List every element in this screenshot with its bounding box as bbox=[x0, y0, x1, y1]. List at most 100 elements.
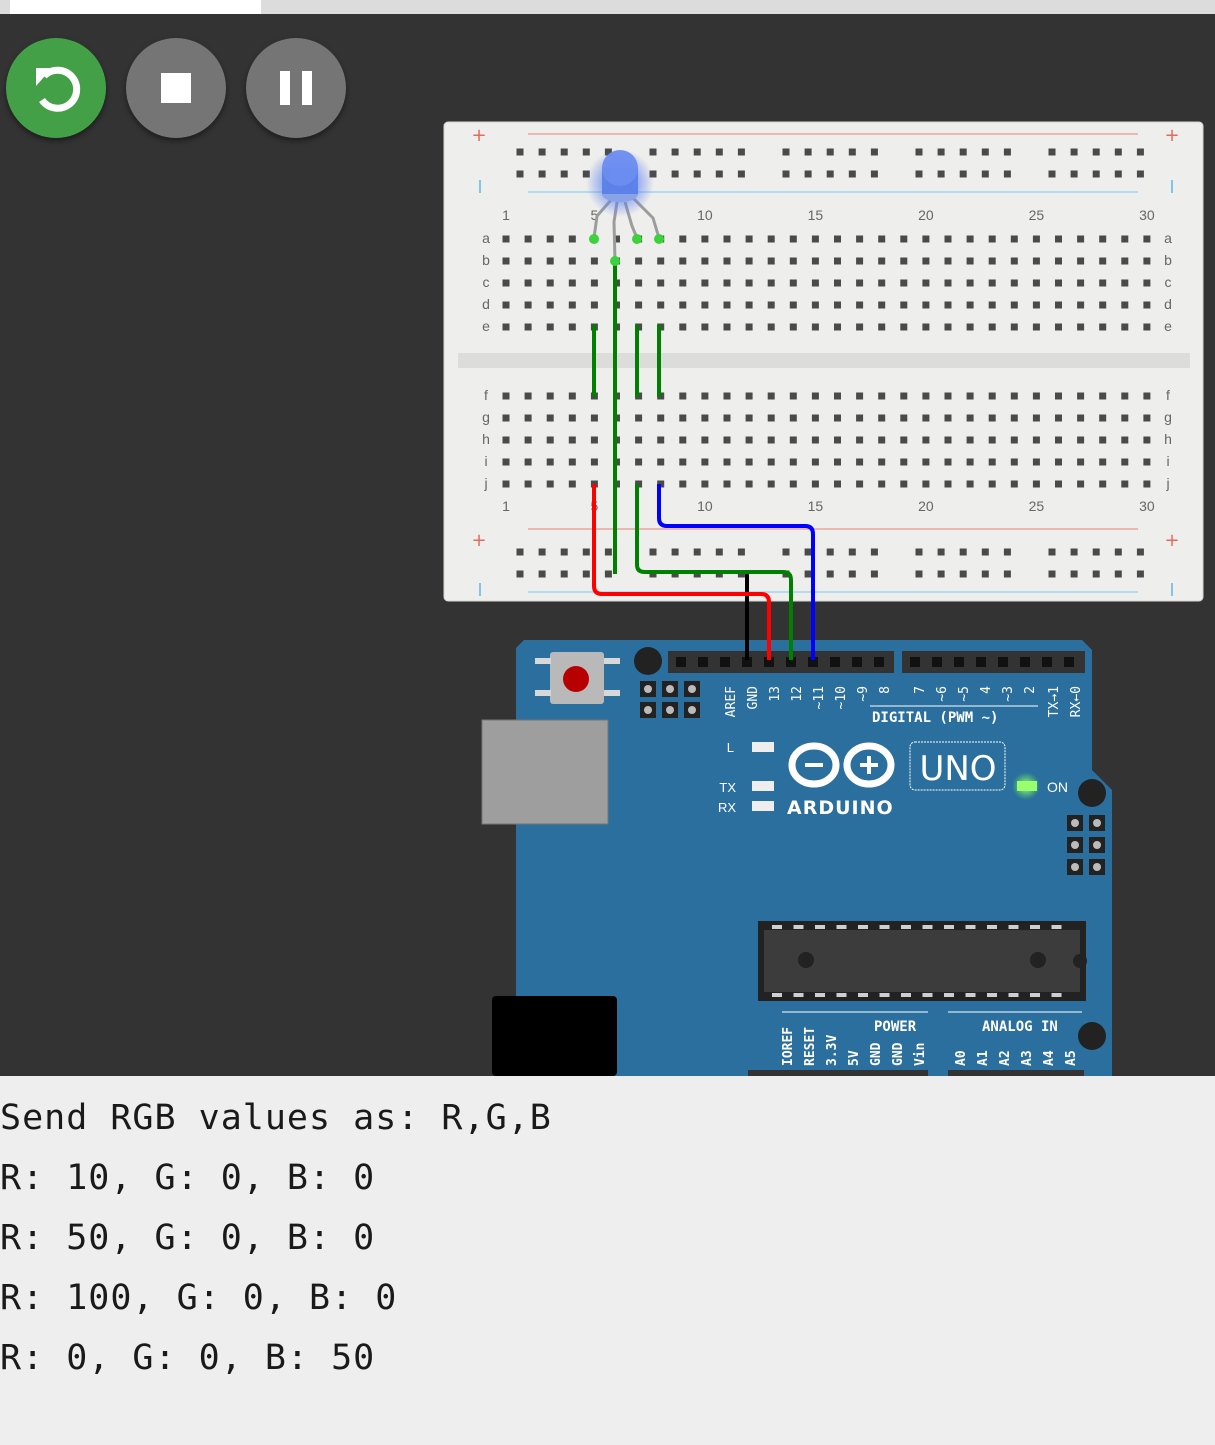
breadboard-hole bbox=[701, 257, 709, 265]
breadboard-hole bbox=[1099, 436, 1107, 444]
breadboard-hole bbox=[524, 436, 532, 444]
breadboard-hole bbox=[723, 301, 731, 309]
breadboard-hole bbox=[988, 257, 996, 265]
breadboard-hole bbox=[811, 458, 819, 466]
rail-hole bbox=[804, 148, 812, 156]
active-tab[interactable] bbox=[10, 0, 261, 14]
breadboard-hole bbox=[878, 436, 886, 444]
arduino-uno-board[interactable]: AREF GND 13 12 ~11 ~10 ~9 8 7 ~6 ~5 4 ~3 2 TX→1 RX←0 DI… bbox=[481, 640, 1112, 1076]
breadboard-hole bbox=[524, 414, 532, 422]
breadboard-hole bbox=[922, 392, 930, 400]
breadboard-hole bbox=[1055, 414, 1062, 422]
header-pin[interactable] bbox=[698, 657, 708, 667]
header-pin[interactable] bbox=[830, 657, 840, 667]
restart-simulation-button[interactable] bbox=[6, 38, 106, 138]
breadboard-hole bbox=[502, 257, 510, 265]
breadboard-hole bbox=[789, 279, 797, 287]
row-letter: g bbox=[482, 409, 490, 425]
breadboard-hole bbox=[524, 301, 532, 309]
breadboard-hole bbox=[900, 235, 908, 243]
rail-hole bbox=[649, 148, 657, 156]
breadboard-hole bbox=[966, 301, 974, 309]
header-pin[interactable] bbox=[976, 657, 986, 667]
serial-line: R: 0, G: 0, B: 50 bbox=[0, 1338, 376, 1378]
header-pin[interactable] bbox=[874, 657, 884, 667]
header-pin[interactable] bbox=[676, 657, 686, 667]
rail-hole bbox=[1003, 570, 1011, 578]
column-number: 20 bbox=[918, 498, 934, 514]
rail-hole bbox=[804, 570, 812, 578]
reset-button[interactable] bbox=[563, 666, 589, 692]
header-pin[interactable] bbox=[1042, 657, 1052, 667]
breadboard-hole bbox=[590, 458, 598, 466]
tx-label: TX bbox=[719, 780, 736, 795]
rail-hole bbox=[937, 148, 945, 156]
breadboard: 115510101515202025253030a ab bc cd de ef fg gh h… bbox=[443, 121, 1204, 602]
rail-hole bbox=[1114, 170, 1122, 178]
rail-hole bbox=[826, 170, 834, 178]
breadboard-hole bbox=[767, 480, 775, 488]
rail-hole bbox=[1136, 548, 1144, 556]
digital-label: DIGITAL (PWM ~) bbox=[872, 710, 998, 726]
breadboard-hole bbox=[1099, 392, 1107, 400]
breadboard-hole bbox=[900, 279, 908, 287]
header-pin[interactable] bbox=[852, 657, 862, 667]
rail-hole bbox=[715, 170, 723, 178]
uno-label: UNO bbox=[919, 749, 996, 789]
header-pin[interactable] bbox=[720, 657, 730, 667]
breadboard-hole bbox=[1143, 414, 1151, 422]
breadboard-hole bbox=[767, 301, 775, 309]
breadboard-hole bbox=[1077, 436, 1085, 444]
stop-simulation-button[interactable] bbox=[126, 38, 226, 138]
breadboard-hole bbox=[701, 323, 709, 331]
breadboard-hole bbox=[723, 458, 731, 466]
breadboard-hole bbox=[1121, 436, 1129, 444]
breadboard-hole bbox=[701, 436, 709, 444]
column-number: 25 bbox=[1029, 207, 1045, 223]
breadboard-hole bbox=[878, 323, 886, 331]
breadboard-hole bbox=[745, 436, 753, 444]
header-pin[interactable] bbox=[998, 657, 1008, 667]
pin-label: 7 bbox=[913, 686, 928, 694]
rail-hole bbox=[1136, 570, 1144, 578]
power-jack bbox=[492, 996, 617, 1076]
breadboard-hole bbox=[834, 436, 841, 444]
header-pin[interactable] bbox=[910, 657, 920, 667]
header-pin[interactable] bbox=[1020, 657, 1030, 667]
breadboard-hole bbox=[1032, 301, 1040, 309]
breadboard-hole bbox=[1032, 323, 1040, 331]
rail-hole bbox=[870, 548, 878, 556]
rail-hole bbox=[538, 148, 546, 156]
rail-hole bbox=[671, 170, 679, 178]
breadboard-hole bbox=[1121, 458, 1129, 466]
header-pin[interactable] bbox=[1064, 657, 1074, 667]
rail-hole bbox=[915, 148, 923, 156]
breadboard-hole bbox=[1121, 279, 1129, 287]
breadboard-hole bbox=[900, 392, 908, 400]
row-letter: d bbox=[1164, 296, 1172, 312]
breadboard-hole bbox=[856, 392, 864, 400]
header-pin[interactable] bbox=[932, 657, 942, 667]
breadboard-hole bbox=[1077, 257, 1085, 265]
pause-simulation-button[interactable] bbox=[246, 38, 346, 138]
breadboard-hole bbox=[944, 323, 952, 331]
breadboard-hole bbox=[1010, 392, 1018, 400]
mounting-hole bbox=[1078, 779, 1106, 807]
breadboard-hole bbox=[1143, 323, 1151, 331]
breadboard-hole bbox=[767, 392, 775, 400]
rail-hole bbox=[1070, 548, 1078, 556]
rail-hole bbox=[1003, 170, 1011, 178]
breadboard-hole bbox=[723, 480, 731, 488]
breadboard-hole bbox=[944, 301, 952, 309]
breadboard-hole bbox=[966, 414, 974, 422]
breadboard-hole bbox=[878, 257, 886, 265]
rail-hole bbox=[1114, 548, 1122, 556]
rail-hole bbox=[959, 570, 967, 578]
breadboard-hole bbox=[502, 279, 510, 287]
breadboard-hole bbox=[745, 392, 753, 400]
breadboard-hole bbox=[568, 235, 576, 243]
header-pin[interactable] bbox=[954, 657, 964, 667]
row-letter: e bbox=[1164, 318, 1172, 334]
breadboard-hole bbox=[1099, 458, 1107, 466]
breadboard-hole bbox=[502, 235, 510, 243]
